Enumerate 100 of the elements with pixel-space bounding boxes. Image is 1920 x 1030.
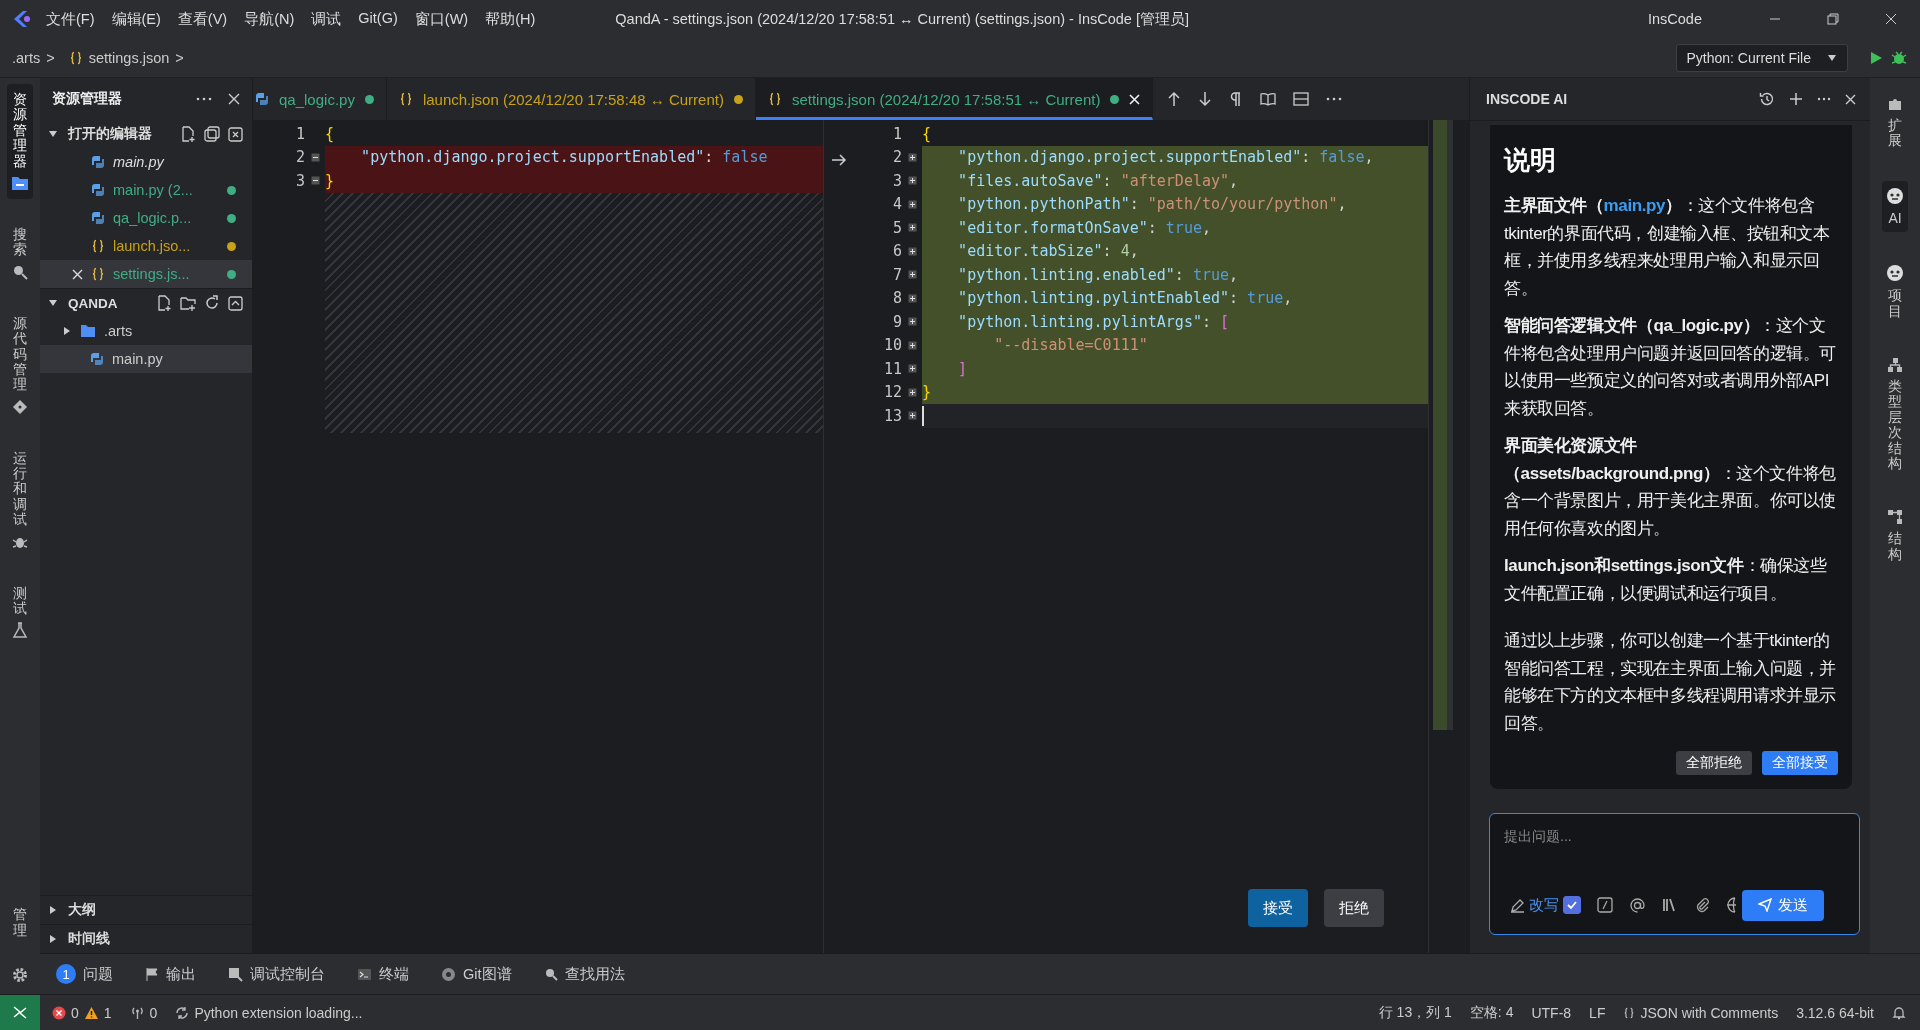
notification-icon[interactable] — [1892, 1005, 1906, 1020]
menu-item[interactable]: 导航(N) — [244, 9, 295, 29]
section-header[interactable]: 大纲 — [40, 895, 252, 924]
editor-tab[interactable]: qa_logic.py — [253, 78, 387, 120]
debug-icon[interactable] — [1890, 48, 1908, 67]
expand-marker-icon[interactable] — [907, 246, 917, 256]
panel-tab[interactable]: 输出 — [145, 964, 196, 984]
accept-button[interactable]: 接受 — [1248, 889, 1308, 927]
menu-item[interactable]: 编辑(E) — [111, 9, 161, 29]
menu-item[interactable]: 调试 — [311, 9, 342, 29]
expand-marker-icon[interactable] — [907, 199, 917, 209]
plus-icon[interactable] — [1789, 92, 1803, 106]
remote-icon[interactable] — [0, 995, 40, 1030]
section-header[interactable]: 时间线 — [40, 924, 252, 953]
open-editor-item[interactable]: main.py — [40, 148, 252, 176]
extension-status[interactable]: Python extension loading... — [175, 1004, 363, 1021]
paperclip-icon[interactable] — [1694, 897, 1710, 913]
close-icon[interactable] — [1845, 93, 1856, 105]
editor-tab[interactable]: settings.json (2024/12/20 17:58:51 ↔ Current) — [755, 78, 1154, 120]
close-icon[interactable] — [228, 93, 240, 105]
section-header[interactable]: 打开的编辑器 — [40, 120, 252, 148]
side-tab[interactable]: 结构 — [1883, 503, 1907, 569]
close-all-icon[interactable] — [228, 126, 244, 142]
expand-marker-icon[interactable] — [907, 270, 917, 280]
status-item[interactable]: LF — [1589, 1004, 1606, 1021]
open-editor-item[interactable]: settings.js... — [40, 260, 252, 288]
expand-marker-icon[interactable] — [907, 176, 917, 186]
new-file-icon[interactable] — [156, 295, 172, 311]
activity-bar-item[interactable]: 测试 — [8, 577, 32, 647]
status-item[interactable]: JSON with Comments — [1623, 1004, 1779, 1021]
menu-item[interactable]: 文件(F) — [46, 9, 95, 29]
reject-all-button[interactable]: 全部拒绝 — [1676, 751, 1752, 775]
panel-tab[interactable]: 1 问题 — [56, 964, 113, 984]
restore-icon[interactable] — [1826, 12, 1840, 26]
refresh-icon[interactable] — [204, 295, 220, 311]
more-icon[interactable] — [1817, 97, 1831, 101]
expand-marker-icon[interactable] — [907, 340, 917, 350]
open-editor-item[interactable]: launch.jso... — [40, 232, 252, 260]
panel-tab[interactable]: 调试控制台 — [228, 964, 325, 984]
tree-item[interactable]: .arts — [40, 317, 252, 345]
activity-bar-item[interactable]: 资源管理器 — [7, 84, 33, 199]
history-icon[interactable] — [1759, 91, 1775, 107]
activity-bar-item[interactable]: 源代码管理 — [8, 307, 32, 423]
ports-indicator[interactable]: 0 — [129, 1004, 158, 1021]
status-item[interactable]: 3.12.6 64-bit — [1796, 1004, 1874, 1021]
expand-marker-icon[interactable] — [907, 223, 917, 233]
collapse-icon[interactable] — [228, 295, 244, 311]
expand-marker-icon[interactable] — [907, 387, 917, 397]
expand-marker-icon[interactable] — [907, 152, 917, 162]
library-icon[interactable] — [1662, 897, 1678, 913]
menu-item[interactable]: 查看(V) — [177, 9, 228, 29]
close-icon[interactable] — [1884, 12, 1898, 26]
tree-item[interactable]: main.py — [40, 345, 252, 373]
panel-tab[interactable]: Git图谱 — [441, 964, 512, 984]
new-file-icon[interactable] — [180, 126, 196, 142]
save-all-icon[interactable] — [204, 126, 220, 142]
book-icon[interactable] — [1260, 92, 1277, 106]
expand-marker-icon[interactable] — [907, 293, 917, 303]
rewrite-checkbox[interactable] — [1563, 896, 1581, 914]
accept-all-button[interactable]: 全部接受 — [1762, 751, 1838, 775]
send-button[interactable]: 发送 — [1742, 889, 1824, 921]
arrow-up-icon[interactable] — [1167, 91, 1182, 107]
run-icon[interactable] — [1868, 49, 1884, 66]
arrow-right-icon[interactable] — [831, 154, 847, 166]
panel-tab[interactable]: 终端 — [357, 964, 409, 984]
side-tab[interactable]: AI — [1882, 180, 1908, 233]
side-tab[interactable]: 扩展 — [1883, 90, 1907, 155]
menu-item[interactable]: 帮助(H) — [485, 9, 536, 29]
file-link[interactable]: main.py — [1603, 196, 1666, 215]
new-folder-icon[interactable] — [180, 295, 196, 311]
activity-bar-item[interactable]: 运行和调试 — [8, 442, 32, 558]
status-item[interactable]: 行 13，列 1 — [1378, 1003, 1452, 1022]
activity-bar-item[interactable]: 搜索 — [8, 218, 32, 288]
expand-marker-icon[interactable] — [907, 364, 917, 374]
problems-indicator[interactable]: 0 1 — [52, 1004, 112, 1021]
open-editor-item[interactable]: main.py (2... — [40, 176, 252, 204]
expand-marker-icon[interactable] — [907, 411, 917, 421]
arrow-down-icon[interactable] — [1198, 91, 1213, 107]
mention-icon[interactable] — [1629, 896, 1646, 914]
more-icon[interactable] — [196, 97, 212, 101]
expand-marker-icon[interactable] — [907, 317, 917, 327]
run-config-dropdown[interactable]: Python: Current File — [1675, 43, 1848, 72]
panel-tab[interactable]: 查找用法 — [543, 964, 625, 984]
side-tab[interactable]: 项目 — [1882, 258, 1908, 325]
slash-command-icon[interactable] — [1597, 897, 1613, 913]
breadcrumb-item[interactable]: .arts — [12, 49, 41, 66]
menu-item[interactable]: Git(G) — [358, 9, 398, 29]
status-item[interactable]: UTF-8 — [1531, 1004, 1572, 1021]
more-icon[interactable] — [1326, 97, 1343, 101]
collapse-marker-icon[interactable] — [310, 152, 320, 162]
open-editor-item[interactable]: qa_logic.p... — [40, 204, 252, 232]
question-field[interactable]: 提出问题... 改写 发送 — [1489, 813, 1860, 935]
settings-icon[interactable] — [11, 966, 29, 984]
scrollbar-thumb[interactable] — [1433, 120, 1453, 730]
activity-label[interactable]: 管理 — [13, 907, 27, 938]
breadcrumb-item[interactable]: settings.json — [88, 49, 170, 66]
reject-button[interactable]: 拒绝 — [1324, 889, 1384, 927]
editor-tab[interactable]: launch.json (2024/12/20 17:58:48 ↔ Current) — [386, 78, 756, 120]
status-item[interactable]: 空格: 4 — [1469, 1003, 1514, 1022]
rewrite-button[interactable]: 改写 — [1510, 895, 1559, 915]
